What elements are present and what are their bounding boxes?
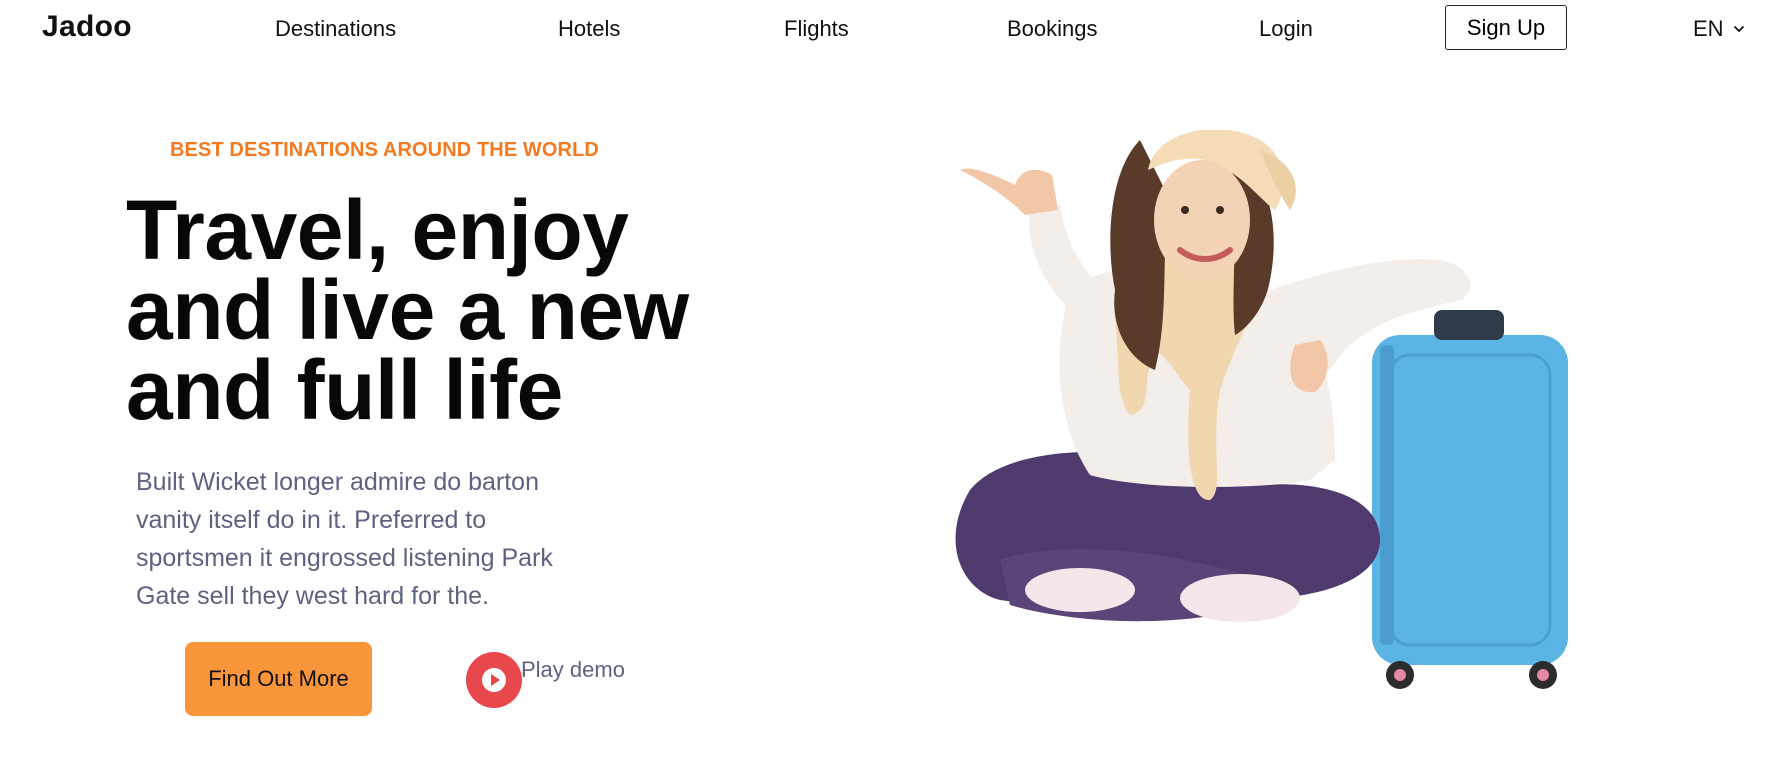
nav-link-bookings[interactable]: Bookings [1007, 16, 1098, 42]
headline-line-2: and live a new [126, 263, 689, 357]
headline-line-3: and full life [126, 343, 563, 437]
logo[interactable]: Jadoo [42, 10, 132, 44]
nav-link-hotels[interactable]: Hotels [558, 16, 620, 42]
headline-line-1: Travel, enjoy [126, 183, 629, 277]
nav-link-destinations[interactable]: Destinations [275, 16, 396, 42]
nav-link-login[interactable]: Login [1259, 16, 1313, 42]
find-out-more-button[interactable]: Find Out More [185, 642, 372, 716]
hero-headline: Travel, enjoy and live a new and full li… [126, 183, 726, 437]
hero-description: Built Wicket longer admire do barton van… [136, 468, 553, 610]
nav-link-flights[interactable]: Flights [784, 16, 849, 42]
play-demo-label[interactable]: Play demo [521, 657, 625, 683]
top-nav: Jadoo Destinations Hotels Flights Bookin… [0, 0, 1770, 56]
hero-illustration [955, 130, 1568, 689]
hero-eyebrow: BEST DESTINATIONS AROUND THE WORLD [170, 139, 599, 161]
language-label: EN [1693, 16, 1724, 41]
chevron-down-icon [1733, 26, 1744, 33]
signup-button[interactable]: Sign Up [1445, 5, 1567, 50]
suitcase-illustration [1372, 310, 1568, 689]
play-icon [482, 668, 506, 692]
play-demo-button[interactable] [466, 652, 522, 708]
language-selector[interactable]: EN [1693, 16, 1746, 42]
